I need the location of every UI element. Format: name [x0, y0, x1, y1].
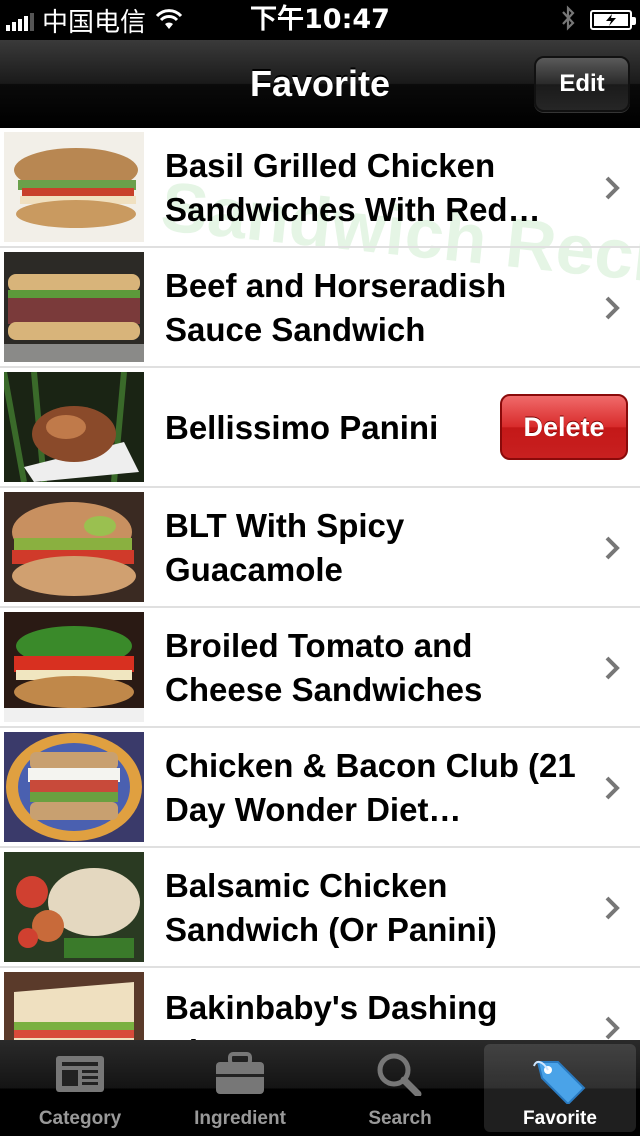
delete-button[interactable]: Delete [500, 394, 628, 460]
recipe-thumbnail [4, 132, 144, 242]
bluetooth-icon [560, 4, 576, 36]
recipe-title: Basil Grilled Chicken Sandwiches With Re… [165, 147, 541, 228]
list-item[interactable]: Chicken & Bacon Club (21 Day Wonder Diet… [0, 728, 640, 848]
recipe-title: Bakinbaby's Dashing Alt… [165, 989, 498, 1040]
recipe-thumbnail [4, 612, 144, 722]
tab-favorite[interactable]: Favorite [484, 1044, 636, 1132]
list-item[interactable]: Broiled Tomato and Cheese Sandwiches [0, 608, 640, 728]
navigation-bar: Favorite Edit [0, 40, 640, 128]
briefcase-icon [216, 1052, 264, 1094]
tag-icon [533, 1060, 586, 1104]
tab-label: Search [368, 1108, 432, 1129]
recipe-thumbnail [4, 972, 144, 1040]
chevron-right-icon [605, 536, 620, 560]
favorites-list[interactable]: Sandwich Recipes Basil Grilled Chicken S… [0, 128, 640, 1040]
recipe-thumbnail [4, 852, 144, 962]
recipe-thumbnail [4, 252, 144, 362]
recipe-title: Broiled Tomato and Cheese Sandwiches [165, 627, 483, 708]
recipe-title: BLT With Spicy Guacamole [165, 507, 405, 588]
chevron-right-icon [605, 656, 620, 680]
tab-ingredient[interactable]: Ingredient [160, 1040, 320, 1136]
recipe-title: Beef and Horseradish Sauce Sandwich [165, 267, 507, 348]
chevron-right-icon [605, 176, 620, 200]
chevron-right-icon [605, 776, 620, 800]
newspaper-icon [56, 1056, 104, 1092]
magnifier-icon [377, 1053, 422, 1096]
tab-category[interactable]: Category [0, 1040, 160, 1136]
recipe-title: Bellissimo Panini [165, 409, 439, 446]
chevron-right-icon [605, 896, 620, 920]
list-item[interactable]: Bellissimo Panini Delete [0, 368, 640, 488]
tab-label: Favorite [523, 1108, 597, 1129]
tab-bar: Category Ingredient Search Favorite [0, 1040, 640, 1136]
recipe-title: Balsamic Chicken Sandwich (Or Panini) [165, 867, 497, 948]
list-item[interactable]: Basil Grilled Chicken Sandwiches With Re… [0, 128, 640, 248]
list-item[interactable]: Balsamic Chicken Sandwich (Or Panini) [0, 848, 640, 968]
recipe-thumbnail [4, 732, 144, 842]
tab-label: Category [38, 1108, 122, 1129]
list-item[interactable]: BLT With Spicy Guacamole [0, 488, 640, 608]
tab-search[interactable]: Search [320, 1040, 480, 1136]
chevron-right-icon [605, 1016, 620, 1040]
edit-button[interactable]: Edit [534, 56, 630, 112]
chevron-right-icon [605, 296, 620, 320]
battery-icon [590, 10, 636, 30]
list-item[interactable]: Bakinbaby's Dashing Alt… [0, 968, 640, 1040]
recipe-title: Chicken & Bacon Club (21 Day Wonder Diet… [165, 747, 576, 828]
tab-label: Ingredient [194, 1108, 286, 1129]
list-item[interactable]: Beef and Horseradish Sauce Sandwich [0, 248, 640, 368]
status-bar: 中国电信 下午10:47 [0, 0, 640, 40]
status-time: 下午10:47 [250, 4, 390, 35]
recipe-thumbnail [4, 372, 144, 482]
recipe-thumbnail [4, 492, 144, 602]
